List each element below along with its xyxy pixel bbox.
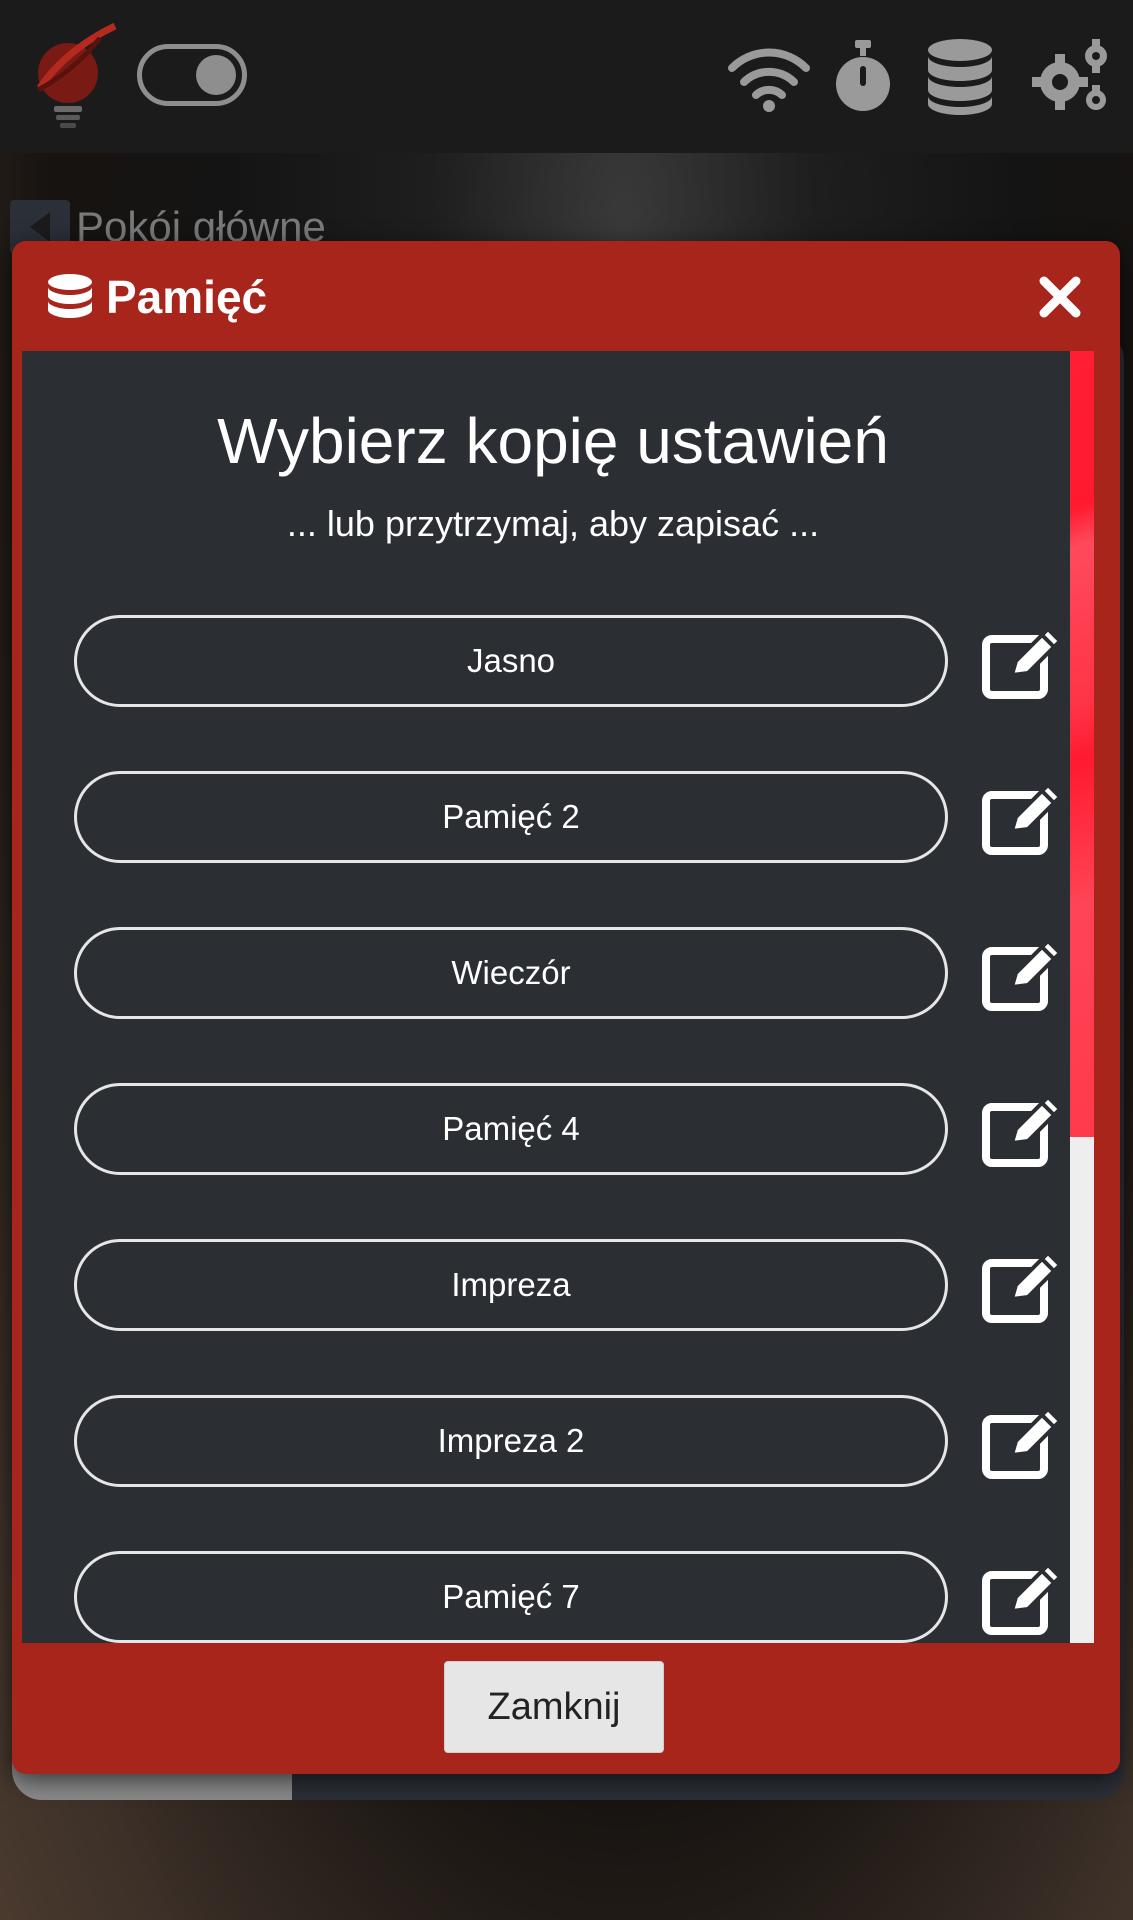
edit-icon[interactable] xyxy=(982,625,1064,699)
modal-title: Pamięć xyxy=(106,271,268,323)
modal-footer: Zamknij xyxy=(12,1643,1120,1774)
list-item: Jasno xyxy=(22,615,1084,707)
edit-icon[interactable] xyxy=(982,937,1064,1011)
scrollbar[interactable] xyxy=(1070,351,1094,1643)
database-icon xyxy=(46,273,94,323)
close-icon[interactable] xyxy=(1036,273,1084,321)
list-item: Pamięć 2 xyxy=(22,771,1084,863)
edit-icon[interactable] xyxy=(982,1093,1064,1167)
close-button[interactable]: Zamknij xyxy=(444,1661,664,1753)
list-item: Impreza 2 xyxy=(22,1395,1084,1487)
memory-modal: Pamięć Wybierz kopię ustawień ... lub pr… xyxy=(12,241,1120,1774)
edit-icon[interactable] xyxy=(982,781,1064,855)
list-item: Pamięć 4 xyxy=(22,1083,1084,1175)
wifi-icon[interactable] xyxy=(728,36,810,116)
list-item: Impreza xyxy=(22,1239,1084,1331)
modal-heading: Wybierz kopię ustawień xyxy=(217,405,889,477)
memory-button[interactable]: Impreza xyxy=(74,1239,948,1331)
memory-button[interactable]: Pamięć 4 xyxy=(74,1083,948,1175)
modal-header: Pamięć xyxy=(12,241,1120,351)
memory-button[interactable]: Wieczór xyxy=(74,927,948,1019)
memory-button[interactable]: Pamięć 7 xyxy=(74,1551,948,1643)
memory-button[interactable]: Impreza 2 xyxy=(74,1395,948,1487)
stopwatch-icon[interactable] xyxy=(833,36,893,116)
mode-toggle[interactable] xyxy=(137,44,247,106)
edit-icon[interactable] xyxy=(982,1249,1064,1323)
memory-button[interactable]: Jasno xyxy=(74,615,948,707)
modal-subheading: ... lub przytrzymaj, aby zapisać ... xyxy=(286,503,820,544)
scrollbar-thumb[interactable] xyxy=(1070,351,1094,1137)
toggle-knob xyxy=(196,55,236,95)
list-item: Pamięć 7 xyxy=(22,1551,1084,1643)
memory-button[interactable]: Pamięć 2 xyxy=(74,771,948,863)
database-icon[interactable] xyxy=(925,36,995,116)
modal-body: Wybierz kopię ustawień ... lub przytrzym… xyxy=(22,351,1094,1643)
lightbulb-logo-icon xyxy=(20,18,120,133)
gears-icon[interactable] xyxy=(1030,36,1114,116)
edit-icon[interactable] xyxy=(982,1405,1064,1479)
list-item: Wieczór xyxy=(22,927,1084,1019)
top-bar xyxy=(0,0,1133,153)
edit-icon[interactable] xyxy=(982,1561,1064,1635)
